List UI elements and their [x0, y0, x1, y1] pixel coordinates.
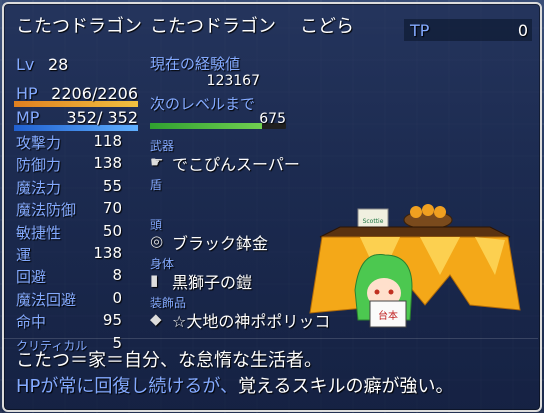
- param-value: 8: [112, 266, 122, 285]
- exp-current-label: 現在の経験値: [150, 55, 241, 73]
- script-sign-text: 台本: [378, 309, 398, 322]
- mp-label: MP: [16, 108, 40, 127]
- description-rest: 覚えるスキルの癖が強い。: [238, 376, 454, 397]
- description-divider: [2, 338, 538, 339]
- headband-icon: ◎: [150, 232, 164, 250]
- description-line-2: HPが常に回復し続けるが、覚えるスキルの癖が強い。: [16, 372, 454, 398]
- param-label: 攻撃力: [16, 134, 62, 152]
- param-value: 95: [102, 311, 122, 330]
- mp-value: 352/ 352: [66, 108, 138, 127]
- param-value: 118: [93, 132, 122, 150]
- equip-slot-label: 頭: [150, 218, 163, 232]
- param-value: 50: [102, 221, 122, 240]
- hp-value: 2206/2206: [51, 84, 138, 103]
- orange-icon: [434, 206, 446, 218]
- orange-icon: [410, 206, 422, 218]
- tp-value: 0: [517, 21, 528, 40]
- tp-label: TP: [410, 21, 430, 40]
- param-value: 138: [93, 154, 122, 173]
- orange-icon: [422, 204, 434, 216]
- actor-name: こたつドラゴン: [16, 16, 142, 37]
- param-label: 防御力: [16, 156, 62, 175]
- actor-nickname: こどら: [300, 16, 354, 37]
- actor-class: こたつドラゴン: [150, 16, 276, 37]
- description-highlight: HPが常に回復し続けるが、: [16, 376, 239, 397]
- tissue-box-label: Scottie: [363, 218, 384, 225]
- equip-slot-label: 身体: [150, 257, 175, 271]
- param-value: 70: [102, 199, 122, 218]
- character-portrait: Scottie 台本: [309, 204, 521, 328]
- level-value: 28: [48, 55, 69, 74]
- exp-next-value: 675: [259, 111, 286, 127]
- equip-slot-label: 武器: [150, 139, 175, 153]
- equip-item-name[interactable]: ブラック鉢金: [172, 230, 268, 254]
- pointing-hand-icon: ☛: [150, 153, 164, 171]
- exp-current-value: 123167: [206, 73, 260, 89]
- equip-slot-label: 盾: [150, 178, 163, 192]
- param-label: 運: [16, 246, 32, 264]
- param-label: 魔法回避: [16, 290, 77, 309]
- param-label: 命中: [16, 313, 47, 332]
- param-label: 回避: [16, 268, 47, 287]
- param-label: 敏捷性: [16, 223, 62, 242]
- kotatsu-top-icon: [319, 226, 511, 238]
- equip-item-name[interactable]: 黒獅子の鎧: [172, 269, 252, 293]
- param-label: 魔法力: [16, 178, 62, 197]
- param-value: 55: [102, 176, 122, 195]
- cat-charm-icon: ◆: [150, 310, 162, 328]
- param-value: 138: [93, 244, 122, 262]
- hp-label: HP: [16, 84, 38, 103]
- level-label: Lv: [16, 55, 35, 74]
- description-line-1: こたつ＝家＝自分、な怠惰な生活者。: [16, 350, 322, 371]
- equip-item-name[interactable]: でこぴんスーパー: [172, 151, 300, 175]
- param-label: 魔法防御: [16, 201, 77, 220]
- armor-icon: ▮: [150, 271, 159, 289]
- param-value: 0: [112, 288, 122, 307]
